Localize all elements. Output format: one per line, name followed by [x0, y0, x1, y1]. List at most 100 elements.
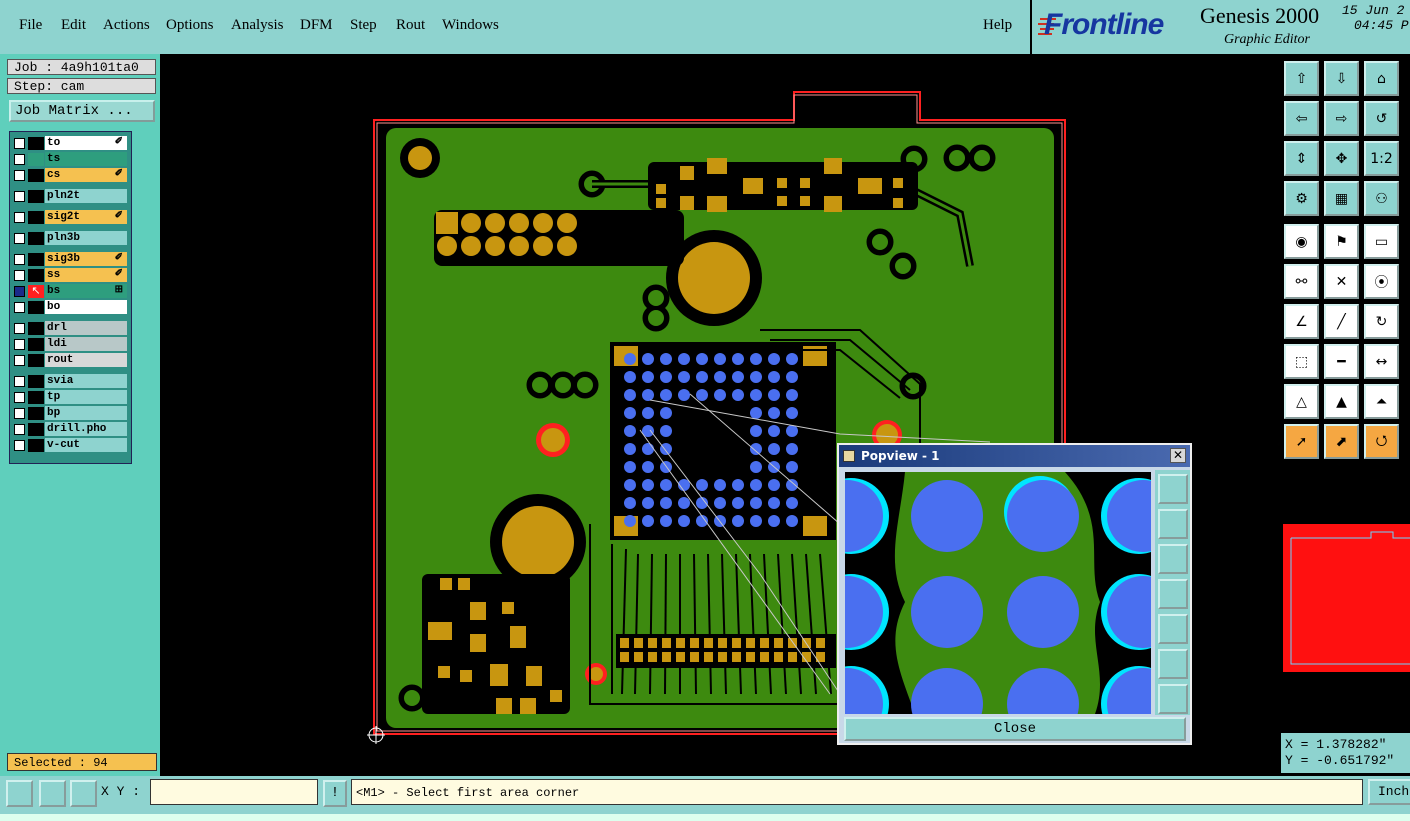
pointer-icon[interactable]: ➚ — [1284, 424, 1319, 459]
menu-rout[interactable]: Rout — [396, 17, 425, 34]
menu-step[interactable]: Step — [350, 17, 377, 34]
fit-vertical-icon[interactable]: ⇕ — [1284, 141, 1319, 176]
layer-checkbox[interactable] — [14, 170, 25, 181]
layer-checkbox[interactable] — [14, 191, 25, 202]
range-tool-icon[interactable]: ↔ — [1364, 344, 1399, 379]
down-arrow-page-icon[interactable]: ⇩ — [1324, 61, 1359, 96]
menu-windows[interactable]: Windows — [442, 17, 499, 34]
layer-work-indicator[interactable] — [28, 423, 44, 436]
window-menu-icon[interactable] — [843, 450, 855, 462]
ruler-icon[interactable]: ▭ — [1364, 224, 1399, 259]
layer-checkbox[interactable] — [14, 302, 25, 313]
home-icon[interactable]: ⌂ — [1364, 61, 1399, 96]
popview-zoom-area[interactable] — [845, 472, 1151, 714]
zoom-out-icon[interactable] — [1158, 684, 1188, 714]
menu-analysis[interactable]: Analysis — [231, 17, 284, 34]
layer-row-svia[interactable]: svia — [10, 374, 131, 389]
overview-map[interactable] — [1283, 524, 1410, 672]
layer-work-indicator[interactable] — [28, 253, 44, 266]
layer-row-rout[interactable]: rout — [10, 353, 131, 368]
popview-close-button[interactable]: Close — [844, 717, 1186, 741]
layer-work-indicator[interactable] — [28, 407, 44, 420]
line-mid-icon[interactable]: ━ — [1324, 344, 1359, 379]
point-link-icon[interactable]: ⦿ — [1364, 264, 1399, 299]
job-matrix-button[interactable]: Job Matrix ... — [9, 100, 155, 122]
snap-icon[interactable] — [6, 780, 33, 807]
right-page-icon[interactable]: ⇨ — [1324, 101, 1359, 136]
close-icon[interactable]: ✕ — [1170, 448, 1186, 463]
layer-row-ss[interactable]: ss ✐ — [10, 268, 131, 283]
layer-checkbox[interactable] — [14, 424, 25, 435]
layer-checkbox[interactable] — [14, 254, 25, 265]
pan-left-icon[interactable] — [1158, 579, 1188, 609]
undo-page-icon[interactable]: ↺ — [1364, 101, 1399, 136]
layer-work-indicator[interactable] — [28, 169, 44, 182]
layer-checkbox[interactable] — [14, 154, 25, 165]
layer-checkbox[interactable] — [14, 286, 25, 297]
pan-up-icon[interactable] — [1158, 509, 1188, 539]
layer-checkbox[interactable] — [14, 408, 25, 419]
layer-work-indicator[interactable] — [28, 232, 44, 245]
layer-work-indicator[interactable] — [28, 190, 44, 203]
layer-work-indicator[interactable] — [28, 153, 44, 166]
layer-checkbox[interactable] — [14, 339, 25, 350]
layer-row-to[interactable]: to ✐ — [10, 136, 131, 151]
line-tool-icon[interactable]: ╱ — [1324, 304, 1359, 339]
triangle-a-icon[interactable]: △ — [1284, 384, 1319, 419]
layer-checkbox[interactable] — [14, 212, 25, 223]
layer-work-indicator[interactable] — [28, 322, 44, 335]
layer-checkbox[interactable] — [14, 323, 25, 334]
menu-actions[interactable]: Actions — [103, 17, 150, 34]
angle-tool-icon[interactable]: ∠ — [1284, 304, 1319, 339]
layer-row-tp[interactable]: tp — [10, 390, 131, 405]
pointer-circle-icon[interactable]: ⭯ — [1364, 424, 1399, 459]
node-edit-icon[interactable]: ⬚ — [1284, 344, 1319, 379]
connect-nodes-icon[interactable]: ⚯ — [1284, 264, 1319, 299]
layer-row-v-cut[interactable]: v-cut — [10, 438, 131, 453]
layer-work-indicator[interactable] — [28, 439, 44, 452]
grid-snap-icon[interactable] — [70, 780, 97, 807]
layer-work-indicator[interactable] — [28, 211, 44, 224]
layer-row-pln3b[interactable]: pln3b — [10, 231, 131, 246]
triangle-b-icon[interactable]: ▲ — [1324, 384, 1359, 419]
layers-net-icon[interactable]: ⚇ — [1364, 181, 1399, 216]
layer-work-indicator[interactable] — [28, 375, 44, 388]
rotate-arc-icon[interactable]: ↻ — [1364, 304, 1399, 339]
layer-row-sig2t[interactable]: sig2t ✐ — [10, 210, 131, 225]
layer-checkbox[interactable] — [14, 376, 25, 387]
exclaim-button[interactable]: ! — [323, 780, 347, 807]
menu-options[interactable]: Options — [166, 17, 214, 34]
up-arrow-page-icon[interactable]: ⇧ — [1284, 61, 1319, 96]
measure-flag-icon[interactable]: ⚑ — [1324, 224, 1359, 259]
triangle-c-icon[interactable]: ⏶ — [1364, 384, 1399, 419]
cross-x-icon[interactable]: ✕ — [1324, 264, 1359, 299]
layer-checkbox[interactable] — [14, 138, 25, 149]
pointer-box-icon[interactable]: ⬈ — [1324, 424, 1359, 459]
layer-work-indicator[interactable] — [28, 354, 44, 367]
menu-edit[interactable]: Edit — [61, 17, 86, 34]
layer-row-pln2t[interactable]: pln2t — [10, 189, 131, 204]
pan-down-icon[interactable] — [1158, 544, 1188, 574]
scale-1-2-icon[interactable]: 1:2 — [1364, 141, 1399, 176]
menu-file[interactable]: File — [19, 17, 42, 34]
xy-input[interactable] — [150, 779, 318, 805]
layer-checkbox[interactable] — [14, 270, 25, 281]
layer-work-indicator[interactable] — [28, 338, 44, 351]
grid-icon[interactable]: ▦ — [1324, 181, 1359, 216]
layer-checkbox[interactable] — [14, 355, 25, 366]
fit-center-icon[interactable]: ✥ — [1324, 141, 1359, 176]
measure-circle-icon[interactable]: ◉ — [1284, 224, 1319, 259]
layer-row-sig3b[interactable]: sig3b ✐ — [10, 252, 131, 267]
layer-row-drill-pho[interactable]: drill.pho — [10, 422, 131, 437]
zoom-fit-icon[interactable] — [1158, 474, 1188, 504]
layer-checkbox[interactable] — [14, 440, 25, 451]
zoom-in-icon[interactable] — [1158, 649, 1188, 679]
unit-button[interactable]: Inch — [1368, 779, 1410, 805]
layer-row-ldi[interactable]: ldi — [10, 337, 131, 352]
pan-right-icon[interactable] — [1158, 614, 1188, 644]
menu-dfm[interactable]: DFM — [300, 17, 333, 34]
layer-row-cs[interactable]: cs ✐ — [10, 168, 131, 183]
layer-checkbox[interactable] — [14, 233, 25, 244]
settings-wrench-icon[interactable]: ⚙ — [1284, 181, 1319, 216]
layer-checkbox[interactable] — [14, 392, 25, 403]
